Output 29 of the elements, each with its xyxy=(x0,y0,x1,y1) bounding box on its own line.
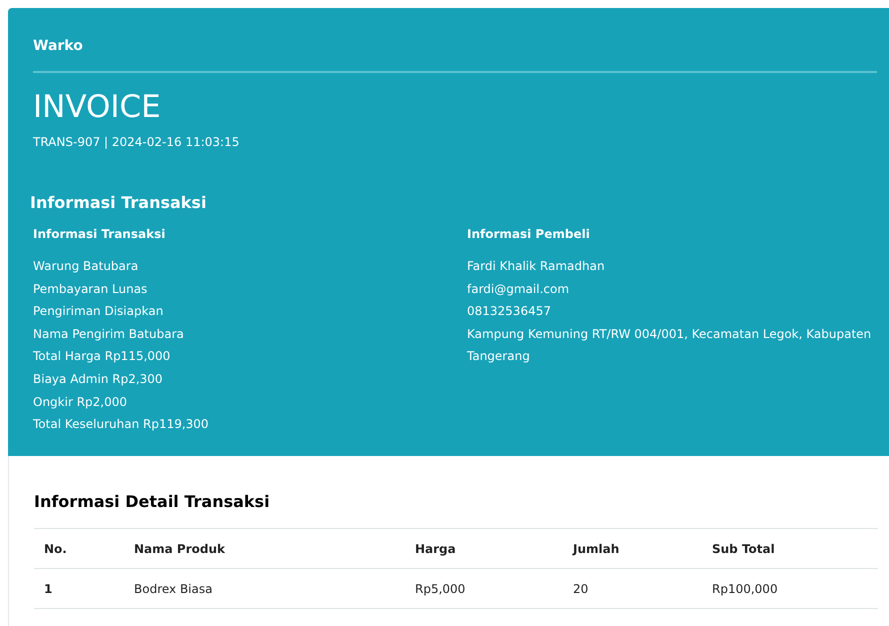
table-cell: Rp100,000 xyxy=(702,568,878,608)
invoice-title: INVOICE xyxy=(33,88,162,127)
info-line: Pembayaran Lunas xyxy=(33,280,148,298)
column-header: Jumlah xyxy=(563,528,702,568)
info-line: Fardi Khalik Ramadhan xyxy=(467,258,606,275)
info-line: Nama Pengirim Batubara xyxy=(33,326,185,343)
detail-title: Informasi Detail Transaksi xyxy=(34,491,271,513)
column-heading: Informasi Transaksi xyxy=(33,226,166,243)
info-line: Kampung Kemuning RT/RW 004/001, Kecamatan Legok, Kabupaten Tangerang xyxy=(467,326,872,366)
column-header: Harga xyxy=(405,528,563,568)
info-line: 08132536457 xyxy=(467,303,552,320)
info-line: Biaya Admin Rp2,300 xyxy=(33,370,164,388)
column-header: Sub Total xyxy=(702,528,878,568)
info-line: fardi@gmail.com xyxy=(467,280,570,298)
column-header: Nama Produk xyxy=(124,528,405,568)
table-cell: 20 xyxy=(563,568,702,608)
info-line: Ongkir Rp2,000 xyxy=(33,394,128,411)
brand-name: Warko xyxy=(33,36,877,73)
section-title: Informasi Transaksi xyxy=(30,192,208,214)
info-line: Total Harga Rp115,000 xyxy=(33,348,172,366)
table-cell: Bodrex Biasa xyxy=(124,568,405,608)
info-line: Warung Batubara xyxy=(33,258,140,275)
info-line: Total Keseluruhan Rp119,300 xyxy=(33,416,210,434)
column-header: No. xyxy=(34,528,124,568)
table-cell: Rp5,000 xyxy=(405,568,563,608)
column-heading: Informasi Pembeli xyxy=(467,226,591,243)
table-cell: 1 xyxy=(34,568,124,608)
info-line: Pengiriman Disiapkan xyxy=(33,303,164,320)
invoice-subtitle: TRANS-907 | 2024-02-16 11:03:15 xyxy=(33,134,240,151)
